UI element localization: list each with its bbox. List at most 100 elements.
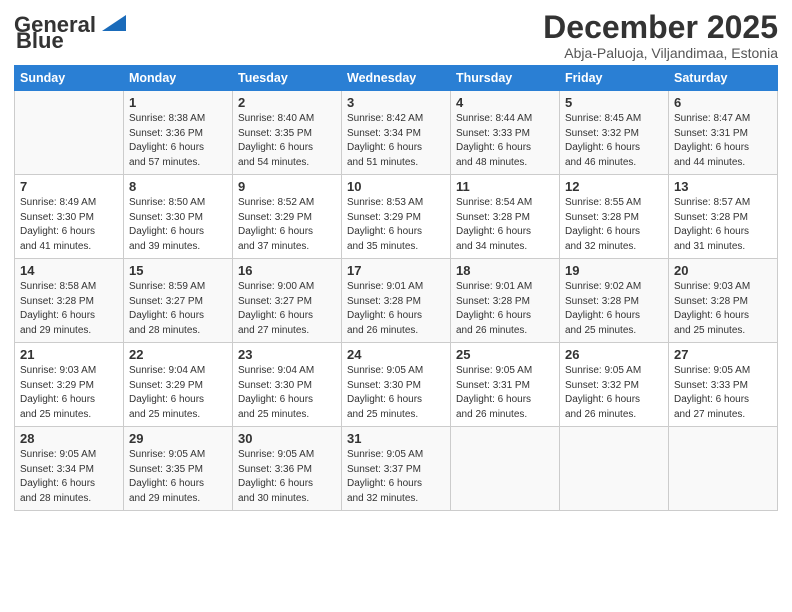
day-number: 1 (129, 95, 227, 110)
day-number: 4 (456, 95, 554, 110)
calendar-cell: 29 Sunrise: 9:05 AMSunset: 3:35 PMDayligh… (124, 427, 233, 511)
day-info: Sunrise: 9:01 AMSunset: 3:28 PMDaylight:… (347, 280, 445, 338)
day-number: 18 (456, 263, 554, 278)
weekday-header-wednesday: Wednesday (342, 66, 451, 91)
day-number: 5 (565, 95, 663, 110)
day-number: 17 (347, 263, 445, 278)
calendar-cell: 19 Sunrise: 9:02 AMSunset: 3:28 PMDayligh… (560, 259, 669, 343)
calendar-cell: 22 Sunrise: 9:04 AMSunset: 3:29 PMDayligh… (124, 343, 233, 427)
day-number: 11 (456, 179, 554, 194)
calendar-week-row: 21 Sunrise: 9:03 AMSunset: 3:29 PMDayligh… (15, 343, 778, 427)
calendar-cell (451, 427, 560, 511)
subtitle: Abja-Paluoja, Viljandimaa, Estonia (543, 45, 778, 61)
day-info: Sunrise: 9:05 AMSunset: 3:36 PMDaylight:… (238, 448, 336, 506)
day-number: 15 (129, 263, 227, 278)
day-number: 29 (129, 431, 227, 446)
calendar-cell: 8Sunrise: 8:50 AMSunset: 3:30 PMDaylight… (124, 175, 233, 259)
weekday-header-thursday: Thursday (451, 66, 560, 91)
day-info: Sunrise: 9:05 AMSunset: 3:31 PMDaylight:… (456, 364, 554, 422)
day-info: Sunrise: 9:04 AMSunset: 3:29 PMDaylight:… (129, 364, 227, 422)
calendar-cell: 23Sunrise: 9:04 AMSunset: 3:30 PMDayligh… (233, 343, 342, 427)
day-number: 7 (20, 179, 118, 194)
day-info: Sunrise: 8:54 AMSunset: 3:28 PMDaylight:… (456, 196, 554, 254)
day-info: Sunrise: 8:55 AMSunset: 3:28 PMDaylight:… (565, 196, 663, 254)
calendar-cell: 2 Sunrise: 8:40 AMSunset: 3:35 PMDaylight… (233, 91, 342, 175)
calendar-cell: 11 Sunrise: 8:54 AMSunset: 3:28 PMDayligh… (451, 175, 560, 259)
day-number: 16 (238, 263, 336, 278)
day-info: Sunrise: 9:02 AMSunset: 3:28 PMDaylight:… (565, 280, 663, 338)
calendar-cell: 21 Sunrise: 9:03 AMSunset: 3:29 PMDayligh… (15, 343, 124, 427)
calendar-week-row: 7 Sunrise: 8:49 AMSunset: 3:30 PMDaylight… (15, 175, 778, 259)
day-info: Sunrise: 9:05 AMSunset: 3:32 PMDaylight:… (565, 364, 663, 422)
calendar-cell: 3 Sunrise: 8:42 AMSunset: 3:34 PMDaylight… (342, 91, 451, 175)
day-info: Sunrise: 8:47 AMSunset: 3:31 PMDaylight:… (674, 112, 772, 170)
day-info: Sunrise: 8:49 AMSunset: 3:30 PMDaylight:… (20, 196, 118, 254)
calendar-cell: 28 Sunrise: 9:05 AMSunset: 3:34 PMDayligh… (15, 427, 124, 511)
day-info: Sunrise: 8:42 AMSunset: 3:34 PMDaylight:… (347, 112, 445, 170)
calendar-week-row: 14 Sunrise: 8:58 AMSunset: 3:28 PMDayligh… (15, 259, 778, 343)
calendar-cell: 6Sunrise: 8:47 AMSunset: 3:31 PMDaylight… (669, 91, 778, 175)
day-number: 27 (674, 347, 772, 362)
day-number: 24 (347, 347, 445, 362)
day-info: Sunrise: 8:58 AMSunset: 3:28 PMDaylight:… (20, 280, 118, 338)
day-number: 30 (238, 431, 336, 446)
day-number: 21 (20, 347, 118, 362)
calendar-cell: 24 Sunrise: 9:05 AMSunset: 3:30 PMDayligh… (342, 343, 451, 427)
day-number: 3 (347, 95, 445, 110)
calendar-cell: 14 Sunrise: 8:58 AMSunset: 3:28 PMDayligh… (15, 259, 124, 343)
day-info: Sunrise: 9:03 AMSunset: 3:28 PMDaylight:… (674, 280, 772, 338)
day-info: Sunrise: 9:05 AMSunset: 3:34 PMDaylight:… (20, 448, 118, 506)
day-info: Sunrise: 8:57 AMSunset: 3:28 PMDaylight:… (674, 196, 772, 254)
title-block: December 2025 Abja-Paluoja, Viljandimaa,… (543, 10, 778, 61)
day-number: 31 (347, 431, 445, 446)
day-info: Sunrise: 9:01 AMSunset: 3:28 PMDaylight:… (456, 280, 554, 338)
calendar-cell: 18 Sunrise: 9:01 AMSunset: 3:28 PMDayligh… (451, 259, 560, 343)
calendar-cell (560, 427, 669, 511)
calendar-cell: 4 Sunrise: 8:44 AMSunset: 3:33 PMDaylight… (451, 91, 560, 175)
day-number: 28 (20, 431, 118, 446)
day-info: Sunrise: 8:59 AMSunset: 3:27 PMDaylight:… (129, 280, 227, 338)
day-number: 22 (129, 347, 227, 362)
calendar-cell: 1 Sunrise: 8:38 AMSunset: 3:36 PMDaylight… (124, 91, 233, 175)
day-info: Sunrise: 8:38 AMSunset: 3:36 PMDaylight:… (129, 112, 227, 170)
calendar-cell: 30 Sunrise: 9:05 AMSunset: 3:36 PMDayligh… (233, 427, 342, 511)
calendar-cell: 17 Sunrise: 9:01 AMSunset: 3:28 PMDayligh… (342, 259, 451, 343)
weekday-header-sunday: Sunday (15, 66, 124, 91)
calendar-cell: 9Sunrise: 8:52 AMSunset: 3:29 PMDaylight… (233, 175, 342, 259)
calendar-cell: 7 Sunrise: 8:49 AMSunset: 3:30 PMDaylight… (15, 175, 124, 259)
weekday-header-tuesday: Tuesday (233, 66, 342, 91)
calendar-cell: 12Sunrise: 8:55 AMSunset: 3:28 PMDayligh… (560, 175, 669, 259)
weekday-header-friday: Friday (560, 66, 669, 91)
day-info: Sunrise: 9:05 AMSunset: 3:33 PMDaylight:… (674, 364, 772, 422)
day-info: Sunrise: 9:00 AMSunset: 3:27 PMDaylight:… (238, 280, 336, 338)
calendar-cell: 27 Sunrise: 9:05 AMSunset: 3:33 PMDayligh… (669, 343, 778, 427)
day-number: 10 (347, 179, 445, 194)
calendar-table: SundayMondayTuesdayWednesdayThursdayFrid… (14, 65, 778, 511)
day-info: Sunrise: 9:03 AMSunset: 3:29 PMDaylight:… (20, 364, 118, 422)
calendar-cell: 20 Sunrise: 9:03 AMSunset: 3:28 PMDayligh… (669, 259, 778, 343)
day-info: Sunrise: 9:05 AMSunset: 3:30 PMDaylight:… (347, 364, 445, 422)
calendar-cell (15, 91, 124, 175)
day-number: 26 (565, 347, 663, 362)
logo-blue: Blue (16, 30, 64, 52)
day-info: Sunrise: 9:05 AMSunset: 3:37 PMDaylight:… (347, 448, 445, 506)
calendar-cell: 5Sunrise: 8:45 AMSunset: 3:32 PMDaylight… (560, 91, 669, 175)
day-info: Sunrise: 8:40 AMSunset: 3:35 PMDaylight:… (238, 112, 336, 170)
weekday-header-monday: Monday (124, 66, 233, 91)
day-number: 25 (456, 347, 554, 362)
calendar-cell: 13Sunrise: 8:57 AMSunset: 3:28 PMDayligh… (669, 175, 778, 259)
weekday-header-row: SundayMondayTuesdayWednesdayThursdayFrid… (15, 66, 778, 91)
calendar-cell: 16 Sunrise: 9:00 AMSunset: 3:27 PMDayligh… (233, 259, 342, 343)
day-info: Sunrise: 9:05 AMSunset: 3:35 PMDaylight:… (129, 448, 227, 506)
day-number: 14 (20, 263, 118, 278)
day-number: 2 (238, 95, 336, 110)
calendar-cell: 31 Sunrise: 9:05 AMSunset: 3:37 PMDayligh… (342, 427, 451, 511)
day-info: Sunrise: 8:52 AMSunset: 3:29 PMDaylight:… (238, 196, 336, 254)
day-number: 20 (674, 263, 772, 278)
calendar-cell: 26 Sunrise: 9:05 AMSunset: 3:32 PMDayligh… (560, 343, 669, 427)
page-container: General Blue December 2025 Abja-Paluoja,… (0, 0, 792, 517)
logo-arrow-icon (98, 11, 126, 35)
day-number: 19 (565, 263, 663, 278)
day-info: Sunrise: 8:44 AMSunset: 3:33 PMDaylight:… (456, 112, 554, 170)
calendar-cell: 15 Sunrise: 8:59 AMSunset: 3:27 PMDayligh… (124, 259, 233, 343)
